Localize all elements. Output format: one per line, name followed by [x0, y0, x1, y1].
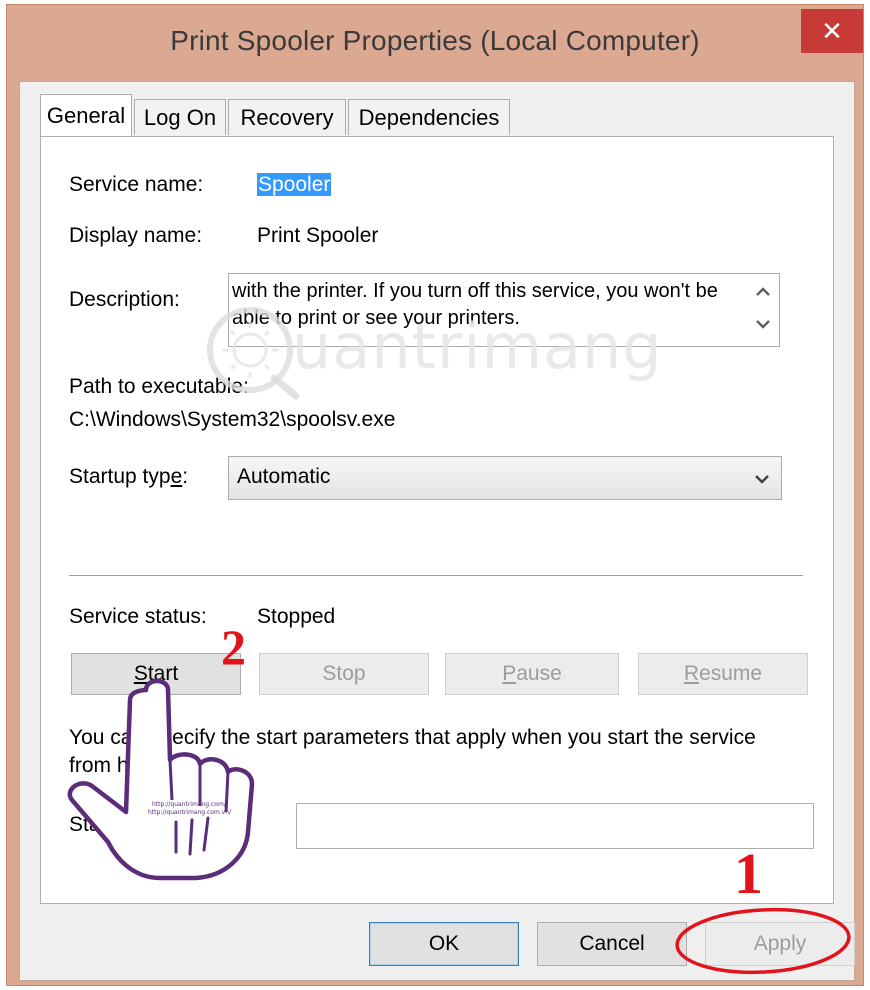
service-status-value: Stopped — [257, 605, 336, 628]
service-name-selection: Spooler — [257, 173, 332, 196]
display-name-value[interactable]: Print Spooler — [257, 224, 378, 248]
tab-label: Recovery — [240, 104, 334, 130]
window-title: Print Spooler Properties (Local Computer… — [170, 25, 700, 56]
service-status-label: Service status: — [69, 605, 207, 628]
start-parameters-label: Start parameters: — [69, 813, 232, 836]
startup-type-value: Automatic — [237, 465, 331, 488]
tab-dependencies[interactable]: Dependencies — [348, 99, 510, 135]
tab-label: General — [46, 102, 126, 128]
description-textbox[interactable]: with the printer. If you turn off this s… — [228, 273, 780, 347]
title-bar[interactable]: Print Spooler Properties (Local Computer… — [7, 5, 863, 81]
display-name-label: Display name: — [69, 224, 203, 247]
pause-button[interactable]: Pause — [445, 653, 619, 695]
close-button[interactable]: ✕ — [801, 9, 863, 53]
general-tab-panel: Service name: Spooler Display name: Prin… — [40, 136, 834, 904]
properties-dialog: Print Spooler Properties (Local Computer… — [6, 4, 864, 986]
service-name-label: Service name: — [69, 173, 204, 196]
stop-button[interactable]: Stop — [259, 653, 429, 695]
tab-general[interactable]: General — [40, 94, 132, 136]
path-label: Path to executable: — [69, 375, 249, 398]
step-2-marker: 2 — [221, 619, 246, 675]
tab-log-on[interactable]: Log On — [134, 99, 226, 135]
apply-button[interactable]: Apply — [705, 922, 855, 966]
service-name-value[interactable]: Spooler — [257, 173, 332, 197]
section-divider — [69, 575, 803, 577]
resume-button[interactable]: Resume — [638, 653, 808, 695]
startup-type-label: Startup type: — [69, 465, 189, 488]
ok-button[interactable]: OK — [369, 922, 519, 966]
description-label: Description: — [69, 288, 180, 311]
path-value: C:\Windows\System32\spoolsv.exe — [69, 408, 396, 431]
tab-label: Dependencies — [358, 104, 500, 130]
startup-type-select[interactable]: Automatic — [228, 456, 782, 500]
tab-recovery[interactable]: Recovery — [228, 99, 346, 135]
step-1-marker: 1 — [734, 841, 763, 906]
scroll-up-icon[interactable] — [753, 282, 773, 302]
start-button[interactable]: Start — [71, 653, 241, 695]
scroll-down-icon[interactable] — [753, 314, 773, 334]
dialog-client-area: General Log On Recovery Dependencies Ser… — [19, 81, 855, 981]
chevron-down-icon — [755, 475, 769, 484]
cancel-button[interactable]: Cancel — [537, 922, 687, 966]
close-icon: ✕ — [821, 15, 843, 46]
params-hint-line2: from here. — [69, 754, 165, 777]
params-hint-line1: You can specify the start parameters tha… — [69, 726, 756, 749]
description-text: with the printer. If you turn off this s… — [232, 280, 718, 329]
tab-label: Log On — [143, 104, 217, 130]
